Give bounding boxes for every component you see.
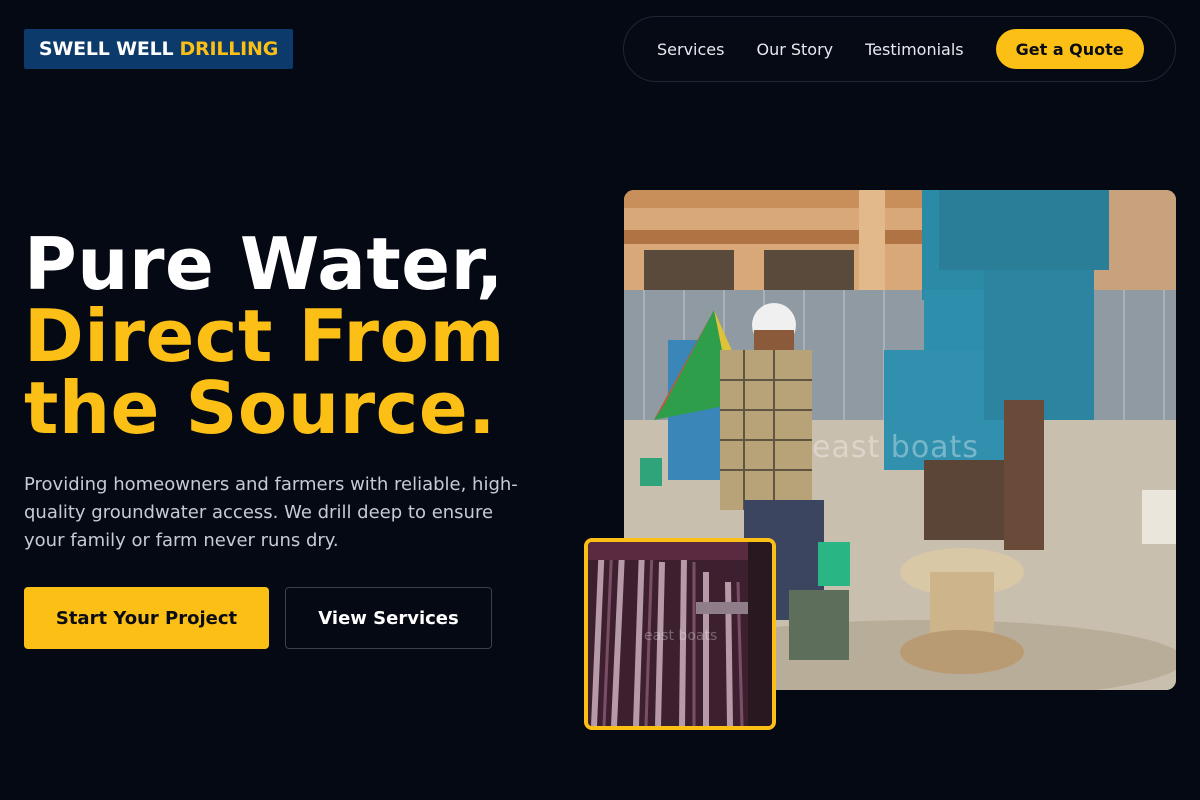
hero-title-line-3: the Source. [24, 366, 497, 450]
view-services-button[interactable]: View Services [285, 587, 492, 649]
brand-name-primary: SWELL WELL [38, 38, 174, 60]
start-project-button[interactable]: Start Your Project [24, 587, 269, 649]
brand-logo[interactable]: SWELL WELL DRILLING [24, 29, 293, 69]
hero-title-line-2: Direct From [24, 294, 506, 378]
nav-link-services[interactable]: Services [657, 40, 724, 59]
nav-link-our-story[interactable]: Our Story [756, 40, 833, 59]
inset-photo-watermark: east boats [644, 628, 718, 644]
inset-pipes-photo: east boats [584, 538, 776, 730]
nav-link-testimonials[interactable]: Testimonials [865, 40, 964, 59]
hero-subtitle: Providing homeowners and farmers with re… [24, 474, 518, 551]
hero-title-line-1: Pure Water, [24, 222, 504, 306]
brand-name-accent: DRILLING [179, 38, 279, 60]
hero-title: Pure Water, Direct From the Source. [24, 228, 505, 444]
hero-photo-watermark: east boats [812, 430, 979, 465]
get-quote-button[interactable]: Get a Quote [995, 29, 1144, 69]
main-nav: Services Our Story Testimonials Get a Qu… [623, 16, 1176, 82]
